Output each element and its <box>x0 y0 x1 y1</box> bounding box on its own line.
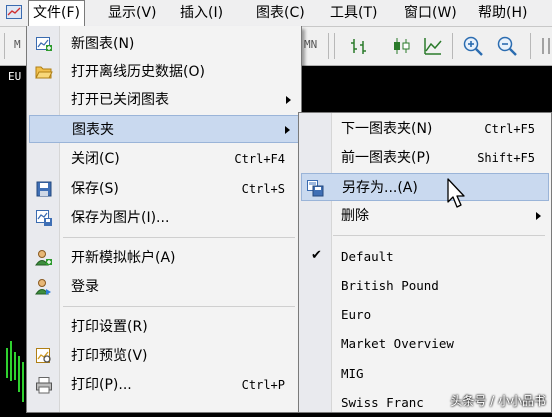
menu-item-label: 登录 <box>71 279 99 295</box>
chart-candle <box>18 356 20 392</box>
menu-item-save-as-picture[interactable]: 保存为图片(I)... <box>29 204 299 232</box>
submenu-item-next-profile[interactable]: 下一图表夹(N) Ctrl+F5 <box>301 115 549 143</box>
submenu-item-label: 删除 <box>341 208 369 224</box>
menu-item-save[interactable]: 保存(S) Ctrl+S <box>29 175 299 203</box>
menu-item-label: 打开离线历史数据(O) <box>71 64 205 80</box>
toolbar-separator <box>334 33 335 59</box>
menu-item-open-offline[interactable]: 打开离线历史数据(O) <box>29 58 299 86</box>
menu-item-shortcut: Ctrl+F4 <box>234 152 285 166</box>
submenu-item-shortcut: Ctrl+F5 <box>484 122 535 136</box>
menu-item-label: 打印预览(V) <box>71 348 148 364</box>
menu-item-close[interactable]: 关闭(C) Ctrl+F4 <box>29 145 299 173</box>
menu-item-label: 打开已关闭图表 <box>71 92 169 108</box>
menu-item-label: 保存为图片(I)... <box>71 210 170 226</box>
menu-separator <box>333 235 545 236</box>
grid-icon[interactable] <box>538 35 552 57</box>
toolbar-timeframe-fragment[interactable]: M <box>14 38 21 51</box>
toolbar-separator <box>4 33 5 59</box>
menu-item-new-chart[interactable]: 新图表(N) <box>29 30 299 58</box>
submenu-item-shortcut: Shift+F5 <box>477 151 535 165</box>
toolbar-separator <box>452 33 453 59</box>
chart-candle <box>10 341 12 381</box>
submenu-item-label: 下一图表夹(N) <box>341 121 433 137</box>
toolbar-separator <box>328 33 329 59</box>
save-icon <box>36 181 52 197</box>
submenu-item-label: British Pound <box>341 278 439 293</box>
menu-insert[interactable]: 插入(I) <box>176 0 227 26</box>
submenu-item-label: Market Overview <box>341 336 454 351</box>
submenu-item-previous-profile[interactable]: 前一图表夹(P) Shift+F5 <box>301 144 549 172</box>
profiles-submenu: 下一图表夹(N) Ctrl+F5 前一图表夹(P) Shift+F5 另存为..… <box>298 112 552 413</box>
menu-item-print-setup[interactable]: 打印设置(R) <box>29 313 299 341</box>
zoom-in-icon[interactable] <box>462 35 484 57</box>
menu-help[interactable]: 帮助(H) <box>474 0 531 26</box>
submenu-item-label: Default <box>341 249 394 264</box>
menu-separator <box>63 306 295 307</box>
menubar: 文件(F) 显示(V) 插入(I) 图表(C) 工具(T) 窗口(W) 帮助(H… <box>0 0 552 27</box>
menu-view[interactable]: 显示(V) <box>104 0 161 26</box>
chart-candle <box>6 348 8 378</box>
zoom-out-icon[interactable] <box>496 35 518 57</box>
new-chart-icon <box>36 37 52 51</box>
menu-item-print[interactable]: 打印(P)... Ctrl+P <box>29 371 299 399</box>
submenu-arrow-icon <box>286 96 291 104</box>
submenu-item-delete[interactable]: 删除 <box>301 202 549 230</box>
candlestick-icon[interactable] <box>390 35 412 57</box>
menu-item-label: 图表夹 <box>72 122 114 138</box>
chart-candle <box>14 352 16 380</box>
toolbar-separator <box>530 33 531 59</box>
submenu-item-label: MIG <box>341 366 364 381</box>
save-picture-icon <box>36 210 52 226</box>
printer-icon <box>36 377 52 394</box>
app-icon <box>6 5 22 19</box>
menu-file[interactable]: 文件(F) <box>28 0 85 26</box>
open-folder-icon <box>35 66 53 79</box>
chart-symbol: EU <box>8 70 22 83</box>
submenu-item-profile-mig[interactable]: MIG <box>301 360 549 388</box>
menu-item-shortcut: Ctrl+S <box>241 182 285 196</box>
line-chart-icon[interactable] <box>422 35 444 57</box>
save-as-icon <box>307 180 324 197</box>
login-icon <box>35 279 51 295</box>
bar-chart-icon[interactable] <box>348 35 370 57</box>
menu-window[interactable]: 窗口(W) <box>400 0 461 26</box>
menu-item-label: 新图表(N) <box>71 36 135 52</box>
chart-candle <box>22 362 24 402</box>
submenu-arrow-icon <box>536 212 541 220</box>
menu-item-login[interactable]: 登录 <box>29 273 299 301</box>
menu-charts[interactable]: 图表(C) <box>252 0 309 26</box>
submenu-item-profile-british-pound[interactable]: British Pound <box>301 272 549 300</box>
menu-tools[interactable]: 工具(T) <box>326 0 381 26</box>
print-preview-icon <box>36 348 51 363</box>
menu-separator <box>63 237 295 238</box>
mouse-pointer-icon <box>447 178 465 208</box>
toolbar-timeframe-mn[interactable]: MN <box>304 38 317 51</box>
menu-item-label: 打印设置(R) <box>71 319 148 335</box>
menu-item-print-preview[interactable]: 打印预览(V) <box>29 342 299 370</box>
menu-item-profiles[interactable]: 图表夹 <box>29 115 299 143</box>
submenu-item-label: 另存为...(A) <box>342 180 418 196</box>
menu-item-open-closed-chart[interactable]: 打开已关闭图表 <box>29 86 299 114</box>
file-menu: 新图表(N) 打开离线历史数据(O) 打开已关闭图表 图表夹 关闭(C) Ctr… <box>26 26 302 413</box>
checkmark-icon: ✔ <box>311 248 322 263</box>
add-account-icon <box>35 250 52 266</box>
menu-item-label: 开新模拟帐户(A) <box>71 250 176 266</box>
menu-item-label: 打印(P)... <box>71 377 132 393</box>
menu-item-label: 关闭(C) <box>71 151 120 167</box>
submenu-item-profile-default[interactable]: ✔ Default <box>301 243 549 271</box>
watermark: 头条号 / 小小品书 <box>450 394 546 408</box>
menu-item-label: 保存(S) <box>71 181 119 197</box>
submenu-item-profile-market-overview[interactable]: Market Overview <box>301 330 549 358</box>
menu-item-shortcut: Ctrl+P <box>241 378 285 392</box>
menu-item-new-demo-account[interactable]: 开新模拟帐户(A) <box>29 244 299 272</box>
submenu-arrow-icon <box>285 126 290 134</box>
submenu-item-label: 前一图表夹(P) <box>341 150 431 166</box>
submenu-item-save-as[interactable]: 另存为...(A) <box>301 173 549 201</box>
submenu-item-label: Euro <box>341 307 372 322</box>
submenu-item-profile-euro[interactable]: Euro <box>301 301 549 329</box>
